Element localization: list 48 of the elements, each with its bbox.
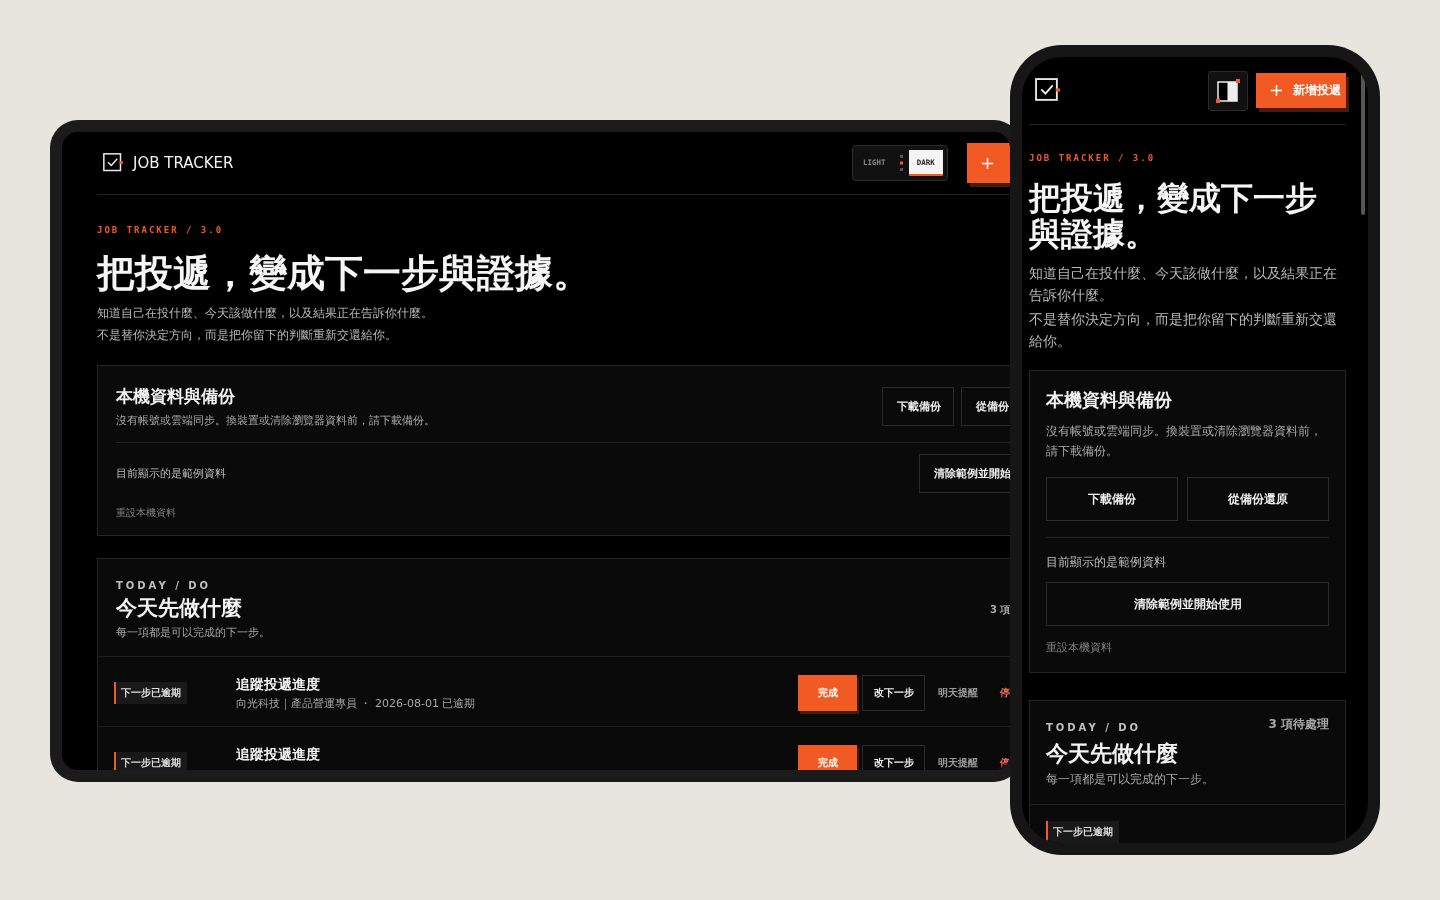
- task-meta: 向光科技｜產品營運專員 ・ 2026-08-01 已逾期: [236, 696, 476, 712]
- section-subtitle: 每一項都是可以完成的下一步。: [116, 625, 270, 641]
- card-note: 沒有帳號或雲端同步。換裝置或清除瀏覽器資料前，請下載備份。: [1046, 423, 1323, 460]
- pending-count: 3 項待處理: [1268, 716, 1329, 733]
- hero-title: 把投遞，變成下一步與證據。: [97, 250, 592, 296]
- action-link[interactable]: 停: [1000, 675, 1010, 711]
- section-kicker: TODAY / DO: [116, 579, 213, 593]
- reset-link[interactable]: 重設本機資料: [1046, 640, 1112, 656]
- backup-button[interactable]: 從備份: [961, 387, 1010, 426]
- section-title: 今天先做什麼: [1046, 740, 1179, 768]
- checkbox-logo-icon: [103, 153, 123, 173]
- backup-button[interactable]: 下載備份: [1046, 477, 1178, 521]
- plus-icon: [1270, 84, 1283, 97]
- task-title: 追蹤投遞進度: [236, 745, 320, 764]
- section-title: 今天先做什麼: [116, 595, 243, 622]
- backup-button[interactable]: 下載備份: [882, 387, 954, 426]
- pending-count: 3 項: [990, 603, 1010, 617]
- brand-name: JOB TRACKER: [133, 154, 234, 172]
- card-title: 本機資料與備份: [1046, 388, 1173, 412]
- action-button[interactable]: 改下一步: [862, 675, 925, 711]
- contrast-icon: [1215, 77, 1241, 104]
- plus-icon: [981, 156, 994, 170]
- hero-title: 把投遞，變成下一步與證據。: [1029, 180, 1318, 252]
- backup-button[interactable]: 從備份還原: [1187, 477, 1329, 521]
- sample-data-label: 目前顯示的是範例資料: [1046, 555, 1166, 569]
- hero-text: 知道自己在投什麼、今天該做什麼，以及結果正在告訴你什麼。: [1029, 264, 1338, 305]
- overdue-tag: 下一步已逾期: [1046, 821, 1119, 843]
- hero-text: 不是替你決定方向，而是把你留下的判斷重新交還給你。: [97, 327, 398, 344]
- action-link[interactable]: 明天提醒: [938, 745, 978, 770]
- action-link[interactable]: 明天提醒: [938, 675, 978, 711]
- dots-icon: [899, 155, 903, 171]
- overdue-tag: 下一步已逾期: [114, 682, 187, 704]
- clear-sample-button[interactable]: 清除範例並開始使用: [1046, 582, 1329, 626]
- reset-link[interactable]: 重設本機資料: [116, 505, 176, 521]
- hero-text: 不是替你決定方向，而是把你留下的判斷重新交還給你。: [1029, 310, 1338, 351]
- overdue-tag: 下一步已逾期: [114, 752, 187, 770]
- sample-data-label: 目前顯示的是範例資料: [116, 465, 226, 482]
- task-title: 追蹤投遞進度: [236, 675, 321, 694]
- theme-toggle-button[interactable]: [1208, 70, 1248, 111]
- hero-text: 知道自己在投什麼、今天該做什麼，以及結果正在告訴你什麼。: [97, 305, 434, 322]
- eyebrow-label: JOB TRACKER / 3.0: [97, 224, 225, 236]
- section-subtitle: 每一項都是可以完成的下一步。: [1046, 771, 1214, 788]
- checkbox-logo-icon: [1035, 78, 1060, 103]
- eyebrow-label: JOB TRACKER / 3.0: [1029, 152, 1157, 164]
- section-kicker: TODAY / DO: [1046, 721, 1143, 735]
- card-title: 本機資料與備份: [116, 385, 236, 408]
- action-button[interactable]: 改下一步: [862, 745, 925, 770]
- card-note: 沒有帳號或雲端同步。換裝置或清除瀏覽器資料前，請下載備份。: [116, 413, 435, 429]
